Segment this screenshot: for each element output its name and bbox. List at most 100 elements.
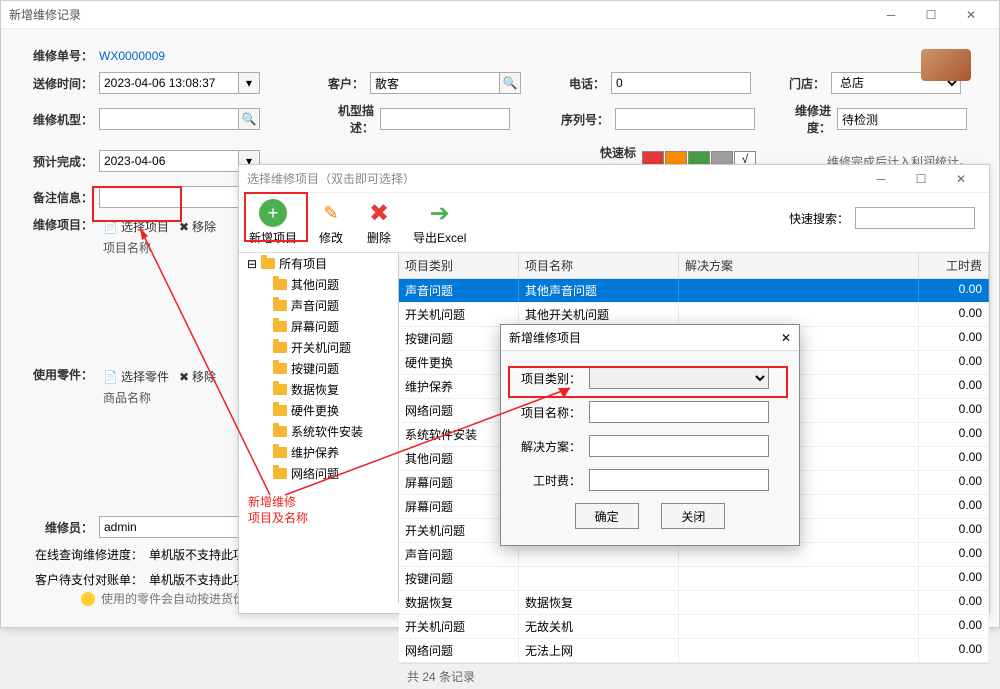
input-repairer[interactable] bbox=[99, 516, 239, 538]
search-label: 快速搜索： bbox=[789, 210, 849, 227]
tree-item[interactable]: 硬件更换 bbox=[239, 400, 398, 421]
tool-export[interactable]: ➔ 导出Excel bbox=[413, 199, 466, 246]
maximize-button[interactable]: ☐ bbox=[911, 1, 951, 29]
close-button[interactable]: ✕ bbox=[951, 1, 991, 29]
input-customer[interactable] bbox=[370, 72, 500, 94]
input-model[interactable] bbox=[99, 108, 239, 130]
label-customer: 客户： bbox=[320, 75, 370, 92]
tree-item[interactable]: 声音问题 bbox=[239, 295, 398, 316]
table-row[interactable]: 声音问题0.00 bbox=[399, 543, 989, 567]
select-close-button[interactable]: ✕ bbox=[941, 165, 981, 193]
dlg-input-name[interactable] bbox=[589, 401, 769, 423]
hint-row: 使用的零件会自动按进货价 bbox=[81, 590, 245, 607]
pencil-icon: ✎ bbox=[317, 199, 345, 227]
dlg-label-category: 项目类别： bbox=[517, 370, 589, 387]
dlg-label-fee: 工时费： bbox=[517, 472, 589, 489]
label-repairer: 维修员： bbox=[29, 519, 99, 536]
label-online-query: 在线查询维修进度： bbox=[29, 546, 149, 563]
x-icon: ✖ bbox=[365, 199, 393, 227]
select-min-button[interactable]: ─ bbox=[861, 165, 901, 193]
tree-root[interactable]: 所有项目 bbox=[279, 255, 327, 272]
tool-delete[interactable]: ✖ 删除 bbox=[365, 199, 393, 246]
input-expected[interactable] bbox=[99, 150, 239, 172]
input-send-time[interactable] bbox=[99, 72, 239, 94]
remove-item-button[interactable]: ✖移除 bbox=[179, 218, 216, 235]
tool-edit[interactable]: ✎ 修改 bbox=[317, 199, 345, 246]
label-customer-pay: 客户待支付对账单： bbox=[29, 571, 149, 588]
label-serial: 序列号： bbox=[560, 111, 615, 128]
add-item-dialog: 新增维修项目 ✕ 项目类别： 项目名称： 解决方案： 工时费： 确定 关闭 bbox=[500, 324, 800, 546]
select-max-button[interactable]: ☐ bbox=[901, 165, 941, 193]
dialog-titlebar: 新增维修项目 ✕ bbox=[501, 325, 799, 351]
input-phone[interactable] bbox=[611, 72, 751, 94]
tree-item[interactable]: 数据恢复 bbox=[239, 379, 398, 400]
dlg-input-fee[interactable] bbox=[589, 469, 769, 491]
grid-footer: 共 24 条记录 bbox=[399, 663, 989, 689]
label-model: 维修机型： bbox=[29, 111, 99, 128]
tree-item[interactable]: 系统软件安装 bbox=[239, 421, 398, 442]
tree-collapse-icon[interactable]: ⊟ bbox=[247, 257, 257, 271]
dlg-select-category[interactable] bbox=[589, 367, 769, 389]
arrow-right-icon: ➔ bbox=[426, 199, 454, 227]
part-name-label: 商品名称 bbox=[99, 387, 239, 408]
dlg-close-button[interactable]: 关闭 bbox=[661, 503, 725, 529]
select-part-button[interactable]: 📄选择零件 bbox=[103, 368, 169, 385]
label-model-desc: 机型描述： bbox=[320, 102, 380, 136]
label-repair-items: 维修项目： bbox=[29, 216, 99, 233]
bulb-icon bbox=[81, 592, 95, 606]
category-tree[interactable]: ⊟ 所有项目 其他问题声音问题屏幕问题开关机问题按键问题数据恢复硬件更换系统软件安… bbox=[239, 253, 399, 603]
value-online-query: 单机版不支持此项 bbox=[149, 546, 245, 563]
tool-add[interactable]: + 新增项目 bbox=[249, 199, 297, 246]
search-customer-icon[interactable]: 🔍 bbox=[499, 72, 521, 94]
minimize-button[interactable]: ─ bbox=[871, 1, 911, 29]
input-serial[interactable] bbox=[615, 108, 755, 130]
input-progress[interactable] bbox=[837, 108, 967, 130]
select-titlebar: 选择维修项目（双击即可选择） ─ ☐ ✕ bbox=[239, 165, 989, 193]
plus-icon: + bbox=[259, 199, 287, 227]
main-titlebar: 新增维修记录 ─ ☐ ✕ bbox=[1, 1, 999, 29]
table-row[interactable]: 网络问题无法上网0.00 bbox=[399, 639, 989, 663]
col-name[interactable]: 项目名称 bbox=[519, 253, 679, 278]
select-item-button[interactable]: 📄选择项目 bbox=[103, 218, 169, 235]
tree-item[interactable]: 开关机问题 bbox=[239, 337, 398, 358]
toolbox-icon bbox=[921, 49, 971, 81]
dlg-input-solution[interactable] bbox=[589, 435, 769, 457]
input-note[interactable] bbox=[99, 186, 239, 208]
tree-item[interactable]: 屏幕问题 bbox=[239, 316, 398, 337]
col-category[interactable]: 项目类别 bbox=[399, 253, 519, 278]
select-title: 选择维修项目（双击即可选择） bbox=[247, 170, 861, 187]
value-customer-pay: 单机版不支持此项 bbox=[149, 571, 245, 588]
label-expected: 预计完成： bbox=[29, 153, 99, 170]
dlg-ok-button[interactable]: 确定 bbox=[575, 503, 639, 529]
dialog-close-icon[interactable]: ✕ bbox=[781, 331, 791, 345]
table-row[interactable]: 按键问题0.00 bbox=[399, 567, 989, 591]
tree-item[interactable]: 维护保养 bbox=[239, 442, 398, 463]
main-title: 新增维修记录 bbox=[9, 6, 871, 23]
table-row[interactable]: 声音问题其他声音问题0.00 bbox=[399, 279, 989, 303]
search-model-icon[interactable]: 🔍 bbox=[238, 108, 260, 130]
label-order-no: 维修单号： bbox=[29, 47, 99, 64]
dialog-title: 新增维修项目 bbox=[509, 329, 781, 346]
tree-item[interactable]: 其他问题 bbox=[239, 274, 398, 295]
table-row[interactable]: 开关机问题无故关机0.00 bbox=[399, 615, 989, 639]
col-fee[interactable]: 工时费 bbox=[919, 253, 989, 278]
col-solution[interactable]: 解决方案 bbox=[679, 253, 919, 278]
search-row: 快速搜索： bbox=[789, 207, 975, 229]
calendar-icon[interactable]: ▾ bbox=[238, 72, 260, 94]
label-note: 备注信息： bbox=[29, 189, 99, 206]
input-model-desc[interactable] bbox=[380, 108, 510, 130]
tree-item[interactable]: 按键问题 bbox=[239, 358, 398, 379]
label-send-time: 送修时间： bbox=[29, 75, 99, 92]
table-row[interactable]: 数据恢复数据恢复0.00 bbox=[399, 591, 989, 615]
tree-item[interactable]: 网络问题 bbox=[239, 463, 398, 484]
dlg-label-name: 项目名称： bbox=[517, 404, 589, 421]
search-input[interactable] bbox=[855, 207, 975, 229]
remove-part-button[interactable]: ✖移除 bbox=[179, 368, 216, 385]
value-order-no: WX0000009 bbox=[99, 49, 165, 63]
label-phone: 电话： bbox=[561, 75, 611, 92]
label-progress: 维修进度： bbox=[777, 102, 837, 136]
folder-icon bbox=[261, 258, 275, 269]
dlg-label-solution: 解决方案： bbox=[517, 438, 589, 455]
label-store: 门店： bbox=[781, 75, 831, 92]
item-name-label: 项目名称 bbox=[99, 237, 239, 258]
